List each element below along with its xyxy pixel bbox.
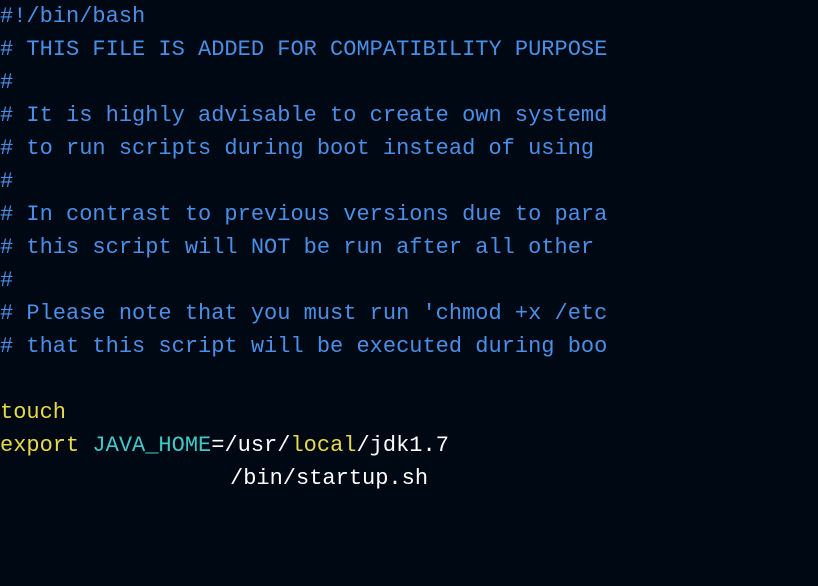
comment-line: # THIS FILE IS ADDED FOR COMPATIBILITY P… (0, 33, 818, 66)
shebang-line: #!/bin/bash (0, 0, 818, 33)
startup-command-line: /bin/startup.sh (0, 462, 818, 495)
redacted-path (0, 468, 230, 488)
path-segment: /jdk1.7 (356, 433, 448, 458)
comment-line: # this script will NOT be run after all … (0, 231, 818, 264)
equals-sign: = (211, 433, 224, 458)
blank-line (0, 363, 818, 396)
export-command: export (0, 433, 92, 458)
touch-command-line: touch (0, 396, 818, 429)
path-segment: /bin/startup.sh (230, 466, 428, 491)
path-segment: /usr/ (224, 433, 290, 458)
comment-line: # to run scripts during boot instead of … (0, 132, 818, 165)
touch-command: touch (0, 400, 79, 425)
comment-line: # Please note that you must run 'chmod +… (0, 297, 818, 330)
env-variable-name: JAVA_HOME (92, 433, 211, 458)
comment-line: # (0, 165, 818, 198)
comment-line: # It is highly advisable to create own s… (0, 99, 818, 132)
path-segment: local (290, 433, 356, 458)
redacted-path (79, 402, 379, 422)
export-command-line: export JAVA_HOME=/usr/local/jdk1.7 (0, 429, 818, 462)
comment-line: # (0, 66, 818, 99)
comment-line: # that this script will be executed duri… (0, 330, 818, 363)
terminal-content: #!/bin/bash # THIS FILE IS ADDED FOR COM… (0, 0, 818, 495)
comment-line: # In contrast to previous versions due t… (0, 198, 818, 231)
comment-line: # (0, 264, 818, 297)
